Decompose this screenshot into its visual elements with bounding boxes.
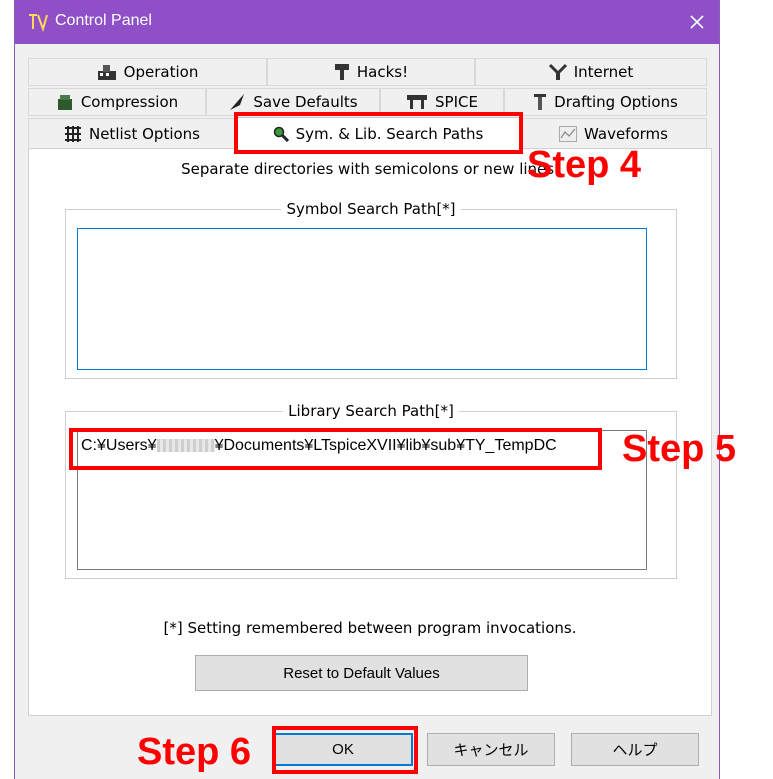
tab-internet[interactable]: Internet — [475, 58, 707, 86]
tab-label: SPICE — [435, 93, 478, 111]
help-button[interactable]: ヘルプ — [571, 733, 699, 766]
spice-icon — [407, 95, 428, 109]
ltspice-app-icon — [29, 14, 48, 33]
footnote-text: [*] Setting remembered between program i… — [163, 619, 577, 637]
hacks-icon — [334, 64, 349, 80]
tab-netlist-options[interactable]: Netlist Options — [28, 118, 236, 149]
tab-label: Compression — [80, 93, 179, 111]
tab-label: Save Defaults — [253, 93, 358, 111]
operation-icon — [97, 65, 116, 80]
netlist-icon — [64, 125, 81, 142]
title-bar[interactable]: Control Panel — [15, 0, 719, 44]
close-icon[interactable] — [675, 0, 719, 44]
step5-label: Step 5 — [622, 428, 737, 470]
tab-drafting-options[interactable]: Drafting Options — [504, 88, 707, 116]
window-title: Control Panel — [55, 12, 152, 29]
tab-operation[interactable]: Operation — [28, 58, 267, 86]
tab-label: Internet — [573, 63, 634, 81]
tab-label: Operation — [123, 63, 199, 81]
symbol-search-path-input[interactable] — [77, 228, 647, 370]
tab-label: Drafting Options — [554, 93, 678, 111]
step6-label: Step 6 — [137, 731, 252, 773]
step4-label: Step 4 — [527, 144, 642, 186]
step5-highlight-box — [69, 428, 602, 470]
step4-highlight-box — [234, 112, 523, 154]
waveforms-icon — [559, 125, 578, 142]
tab-label: Waveforms — [584, 124, 668, 143]
cancel-button[interactable]: キャンセル — [427, 733, 555, 766]
internet-icon — [548, 63, 567, 80]
symbol-search-group: Symbol Search Path[*] — [65, 200, 677, 379]
drafting-icon — [534, 94, 547, 110]
compression-icon — [57, 95, 72, 110]
library-search-label: Library Search Path[*] — [283, 402, 459, 420]
symbol-search-label: Symbol Search Path[*] — [281, 200, 461, 218]
tab-label: Hacks! — [356, 63, 409, 81]
tab-compression[interactable]: Compression — [28, 88, 206, 116]
quill-icon — [230, 94, 245, 110]
reset-defaults-button[interactable]: Reset to Default Values — [195, 655, 528, 691]
tab-label: Netlist Options — [88, 124, 200, 143]
tab-hacks[interactable]: Hacks! — [267, 58, 475, 86]
step6-highlight-box — [272, 726, 418, 774]
